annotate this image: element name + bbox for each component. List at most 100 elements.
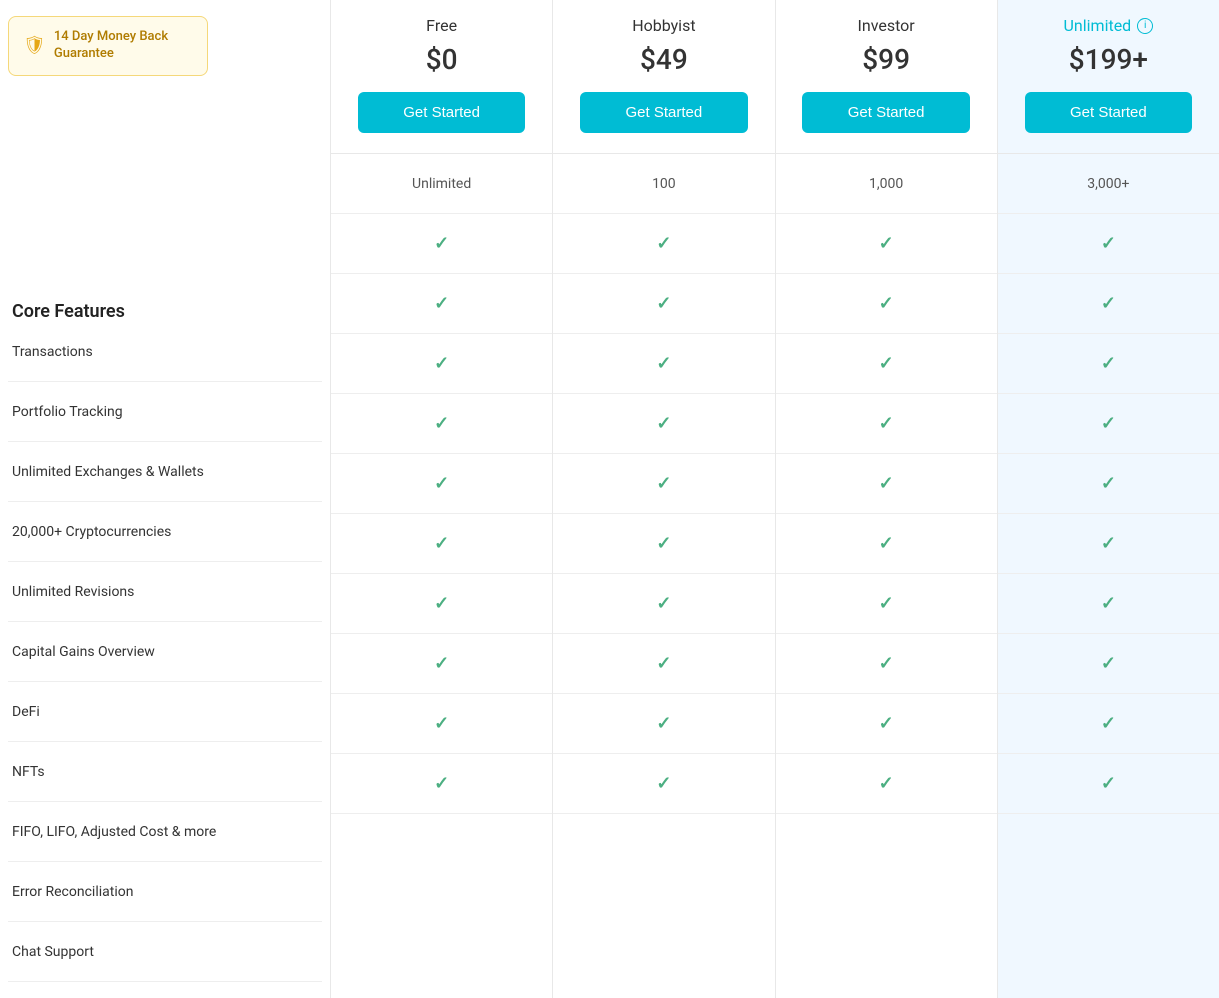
feature-defi: DeFi [8, 682, 322, 742]
check-icon: ✓ [1101, 473, 1116, 494]
plan-unlimited-header: Unlimited i $199+ Get Started [998, 0, 1219, 154]
free-crypto: ✓ [331, 334, 552, 394]
plan-free-cta[interactable]: Get Started [358, 92, 526, 133]
check-icon: ✓ [656, 773, 671, 794]
free-defi: ✓ [331, 514, 552, 574]
hobbyist-transactions: 100 [553, 154, 774, 214]
feature-cryptocurrencies: 20,000+ Cryptocurrencies [8, 502, 322, 562]
check-icon: ✓ [434, 353, 449, 374]
unlimited-revisions: ✓ [998, 394, 1219, 454]
feature-error-reconciliation: Error Reconciliation [8, 862, 322, 922]
features-column: 🛡 14 Day Money Back Guarantee Core Featu… [0, 0, 330, 998]
plan-unlimited: Unlimited i $199+ Get Started 3,000+ ✓ ✓… [997, 0, 1219, 998]
plan-free-header: Free $0 Get Started [331, 0, 552, 154]
hobbyist-defi: ✓ [553, 514, 774, 574]
check-icon: ✓ [879, 713, 894, 734]
plan-investor-name: Investor [858, 16, 915, 35]
hobbyist-chat: ✓ [553, 754, 774, 814]
check-icon: ✓ [879, 473, 894, 494]
unlimited-chat: ✓ [998, 754, 1219, 814]
check-icon: ✓ [656, 533, 671, 554]
feature-portfolio-tracking: Portfolio Tracking [8, 382, 322, 442]
plan-investor-price: $99 [862, 43, 910, 76]
check-icon: ✓ [434, 473, 449, 494]
money-back-badge: 🛡 14 Day Money Back Guarantee [8, 16, 208, 76]
info-icon[interactable]: i [1137, 18, 1153, 34]
check-icon: ✓ [1101, 533, 1116, 554]
check-icon: ✓ [656, 653, 671, 674]
hobbyist-exchanges: ✓ [553, 274, 774, 334]
feature-rows: Transactions Portfolio Tracking Unlimite… [8, 322, 322, 982]
check-icon: ✓ [1101, 413, 1116, 434]
unlimited-defi: ✓ [998, 514, 1219, 574]
investor-nfts: ✓ [776, 574, 997, 634]
check-icon: ✓ [1101, 713, 1116, 734]
check-icon: ✓ [879, 653, 894, 674]
check-icon: ✓ [1101, 293, 1116, 314]
investor-revisions: ✓ [776, 394, 997, 454]
check-icon: ✓ [656, 413, 671, 434]
unlimited-portfolio: ✓ [998, 214, 1219, 274]
unlimited-error: ✓ [998, 694, 1219, 754]
plan-unlimited-cells: 3,000+ ✓ ✓ ✓ ✓ ✓ ✓ ✓ ✓ ✓ ✓ [998, 154, 1219, 814]
plan-unlimited-name: Unlimited i [1064, 16, 1154, 35]
investor-error: ✓ [776, 694, 997, 754]
plan-hobbyist-cta[interactable]: Get Started [580, 92, 748, 133]
check-icon: ✓ [879, 233, 894, 254]
hobbyist-error: ✓ [553, 694, 774, 754]
investor-chat: ✓ [776, 754, 997, 814]
plan-hobbyist-name: Hobbyist [632, 16, 695, 35]
check-icon: ✓ [434, 593, 449, 614]
feature-unlimited-exchanges: Unlimited Exchanges & Wallets [8, 442, 322, 502]
plan-free-price: $0 [426, 43, 458, 76]
investor-transactions: 1,000 [776, 154, 997, 214]
unlimited-nfts: ✓ [998, 574, 1219, 634]
plan-hobbyist-price: $49 [640, 43, 688, 76]
hobbyist-capital-gains: ✓ [553, 454, 774, 514]
free-nfts: ✓ [331, 574, 552, 634]
plan-investor: Investor $99 Get Started 1,000 ✓ ✓ ✓ ✓ ✓… [775, 0, 997, 998]
free-revisions: ✓ [331, 394, 552, 454]
check-icon: ✓ [1101, 773, 1116, 794]
plan-unlimited-cta[interactable]: Get Started [1025, 92, 1193, 133]
check-icon: ✓ [656, 293, 671, 314]
check-icon: ✓ [656, 353, 671, 374]
check-icon: ✓ [1101, 233, 1116, 254]
plan-free-name: Free [426, 16, 457, 35]
free-exchanges: ✓ [331, 274, 552, 334]
investor-exchanges: ✓ [776, 274, 997, 334]
free-fifo: ✓ [331, 634, 552, 694]
check-icon: ✓ [656, 233, 671, 254]
free-transactions: Unlimited [331, 154, 552, 214]
free-capital-gains: ✓ [331, 454, 552, 514]
check-icon: ✓ [879, 593, 894, 614]
plan-hobbyist-header: Hobbyist $49 Get Started [553, 0, 774, 154]
check-icon: ✓ [879, 413, 894, 434]
feature-unlimited-revisions: Unlimited Revisions [8, 562, 322, 622]
check-icon: ✓ [434, 413, 449, 434]
investor-crypto: ✓ [776, 334, 997, 394]
investor-defi: ✓ [776, 514, 997, 574]
badge-text: 14 Day Money Back Guarantee [54, 29, 193, 63]
check-icon: ✓ [434, 713, 449, 734]
hobbyist-crypto: ✓ [553, 334, 774, 394]
hobbyist-nfts: ✓ [553, 574, 774, 634]
check-icon: ✓ [1101, 353, 1116, 374]
core-features-title: Core Features [8, 301, 322, 322]
plan-free-cells: Unlimited ✓ ✓ ✓ ✓ ✓ ✓ ✓ ✓ ✓ ✓ [331, 154, 552, 814]
plan-free: Free $0 Get Started Unlimited ✓ ✓ ✓ ✓ ✓ … [330, 0, 552, 998]
check-icon: ✓ [434, 293, 449, 314]
unlimited-transactions: 3,000+ [998, 154, 1219, 214]
check-icon: ✓ [879, 293, 894, 314]
unlimited-exchanges: ✓ [998, 274, 1219, 334]
plan-unlimited-price: $199+ [1069, 43, 1148, 76]
check-icon: ✓ [1101, 653, 1116, 674]
unlimited-capital-gains: ✓ [998, 454, 1219, 514]
investor-fifo: ✓ [776, 634, 997, 694]
check-icon: ✓ [879, 533, 894, 554]
check-icon: ✓ [434, 773, 449, 794]
feature-transactions: Transactions [8, 322, 322, 382]
check-icon: ✓ [879, 353, 894, 374]
plan-investor-cta[interactable]: Get Started [802, 92, 970, 133]
check-icon: ✓ [434, 533, 449, 554]
